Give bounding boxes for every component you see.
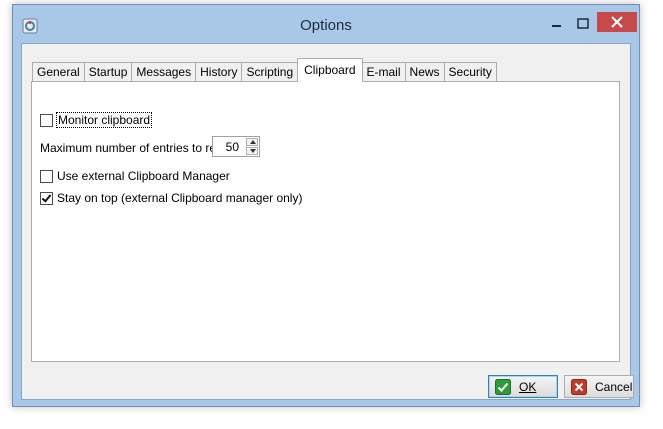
stay-on-top-label: Stay on top (external Clipboard manager …: [57, 191, 303, 205]
tab-strip: General Startup Messages History Scripti…: [32, 58, 497, 82]
stay-on-top-row[interactable]: Stay on top (external Clipboard manager …: [40, 190, 302, 206]
ok-button[interactable]: OK: [488, 375, 558, 398]
tab-email[interactable]: E-mail: [362, 62, 405, 82]
spin-down-icon[interactable]: [246, 147, 258, 155]
title-bar[interactable]: Options: [13, 5, 639, 43]
tab-scripting[interactable]: Scripting: [241, 62, 298, 82]
tab-general[interactable]: General: [32, 62, 84, 82]
tab-clipboard[interactable]: Clipboard: [297, 58, 363, 82]
max-entries-value[interactable]: 50: [226, 140, 239, 154]
external-manager-checkbox[interactable]: [40, 169, 53, 183]
maximize-icon[interactable]: [570, 15, 596, 33]
max-entries-label: Maximum number of entries to retain:: [40, 141, 239, 155]
stay-on-top-checkbox[interactable]: [40, 191, 53, 205]
cancel-button-label: Cancel: [595, 379, 633, 394]
dialog-client-area: General Startup Messages History Scripti…: [21, 43, 634, 400]
checkmark-icon: [495, 378, 511, 395]
x-icon: [571, 378, 587, 395]
monitor-clipboard-row[interactable]: Monitor clipboard: [40, 112, 153, 128]
tab-news[interactable]: News: [404, 62, 444, 82]
cancel-button[interactable]: Cancel: [564, 375, 634, 398]
external-manager-row[interactable]: Use external Clipboard Manager: [40, 168, 230, 184]
spin-up-icon[interactable]: [246, 138, 258, 146]
clipboard-tab-panel: Monitor clipboard Maximum number of entr…: [31, 81, 620, 362]
tab-startup[interactable]: Startup: [83, 62, 132, 82]
tab-security[interactable]: Security: [443, 62, 497, 82]
external-manager-label: Use external Clipboard Manager: [57, 169, 230, 183]
max-entries-spinner[interactable]: 50: [212, 136, 260, 157]
minimize-icon[interactable]: [543, 15, 569, 33]
monitor-clipboard-label: Monitor clipboard: [55, 112, 153, 128]
monitor-clipboard-checkbox[interactable]: [40, 113, 53, 127]
ok-button-label: OK: [519, 379, 537, 394]
options-dialog: Options General Startup Messages History…: [12, 4, 640, 407]
max-entries-row: Maximum number of entries to retain:: [40, 140, 239, 156]
close-icon[interactable]: [597, 12, 637, 32]
tab-messages[interactable]: Messages: [131, 62, 196, 82]
tab-history[interactable]: History: [195, 62, 242, 82]
